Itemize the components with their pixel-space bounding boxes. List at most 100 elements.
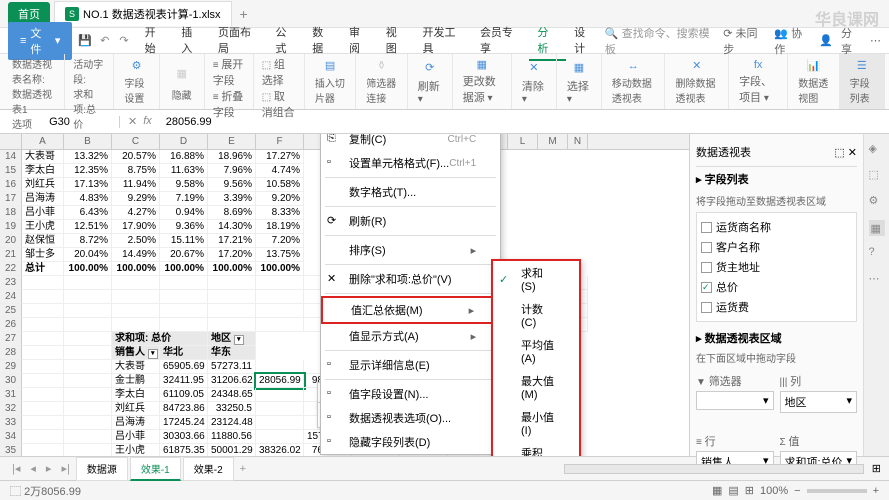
filter-conn-icon[interactable]: ⚱: [370, 58, 394, 73]
avatar-icon[interactable]: 👤: [819, 34, 833, 47]
new-tab-button[interactable]: +: [240, 6, 248, 22]
menu-item[interactable]: 排序(S)▸: [321, 238, 500, 262]
cell[interactable]: 100.00%: [208, 262, 256, 276]
field-item[interactable]: 客户名称: [701, 237, 852, 257]
cell[interactable]: 11.63%: [160, 164, 208, 178]
fields-items-icon[interactable]: fx: [746, 58, 770, 71]
col-header[interactable]: N: [568, 134, 588, 149]
col-area[interactable]: 地区▾: [780, 391, 858, 413]
cell[interactable]: 23124.48: [208, 416, 256, 430]
cell[interactable]: [256, 416, 304, 430]
cell[interactable]: [112, 318, 160, 332]
cell[interactable]: [160, 304, 208, 318]
cell[interactable]: 100.00%: [160, 262, 208, 276]
cell[interactable]: 20.04%: [64, 248, 112, 262]
cell[interactable]: [22, 304, 64, 318]
row-header[interactable]: 14: [0, 150, 22, 164]
cell[interactable]: 吕海涛: [22, 192, 64, 206]
cell[interactable]: 吕小菲: [112, 430, 160, 444]
submenu-item[interactable]: 平均值(A): [493, 333, 579, 369]
cell[interactable]: 20.57%: [112, 150, 160, 164]
col-header[interactable]: B: [64, 134, 112, 149]
field-list-icon[interactable]: ☰: [850, 58, 874, 73]
side-settings-icon[interactable]: ⚙: [869, 194, 885, 210]
cell[interactable]: 刘红兵: [22, 178, 64, 192]
pivot-col-header[interactable]: 华东: [208, 346, 256, 360]
cell[interactable]: 17.20%: [208, 248, 256, 262]
col-header[interactable]: M: [538, 134, 568, 149]
cell[interactable]: 13.32%: [64, 150, 112, 164]
cell[interactable]: 7.19%: [160, 192, 208, 206]
cell[interactable]: 24348.65: [208, 388, 256, 402]
field-item[interactable]: 运货商名称: [701, 217, 852, 237]
cell[interactable]: [160, 276, 208, 290]
cell[interactable]: 8.72%: [64, 234, 112, 248]
cell[interactable]: 30303.66: [160, 430, 208, 444]
cell[interactable]: 50001.29: [208, 444, 256, 456]
cell[interactable]: [112, 304, 160, 318]
dropdown-icon[interactable]: ▾: [148, 349, 158, 359]
cell[interactable]: 57273.11: [208, 360, 256, 374]
row-header[interactable]: 23: [0, 276, 22, 290]
row-header[interactable]: 22: [0, 262, 22, 276]
pivot-chart-icon[interactable]: 📊: [801, 58, 825, 73]
cell[interactable]: [22, 318, 64, 332]
cell[interactable]: 9.56%: [208, 178, 256, 192]
menu-item[interactable]: 数字格式(T)...: [321, 180, 500, 204]
cell[interactable]: 8.33%: [256, 206, 304, 220]
cell[interactable]: [256, 290, 304, 304]
cell[interactable]: [256, 388, 304, 402]
cell[interactable]: [112, 276, 160, 290]
refresh-icon[interactable]: ⟳: [418, 58, 442, 76]
fx-icon[interactable]: fx: [143, 115, 152, 128]
sync-status[interactable]: ⟳ 未同步: [723, 25, 766, 57]
col-header[interactable]: F: [256, 134, 304, 149]
cell[interactable]: 20.67%: [160, 248, 208, 262]
cell[interactable]: [208, 318, 256, 332]
cell[interactable]: 李太白: [112, 388, 160, 402]
collab-button[interactable]: 👥 协作: [774, 25, 811, 57]
pivot-sum-label[interactable]: 求和项: 总价: [112, 332, 208, 346]
cell[interactable]: 100.00%: [112, 262, 160, 276]
zoom-value[interactable]: 100%: [760, 485, 788, 497]
cell[interactable]: 4.83%: [64, 192, 112, 206]
cell[interactable]: 6.43%: [64, 206, 112, 220]
cancel-formula-icon[interactable]: ✕: [128, 115, 137, 128]
cell[interactable]: [64, 304, 112, 318]
view-layout-icon[interactable]: ▤: [728, 484, 738, 497]
zoom-out[interactable]: −: [794, 485, 800, 497]
cell[interactable]: 9.36%: [160, 220, 208, 234]
pivot-region-label[interactable]: 地区 ▾: [208, 332, 256, 346]
cell[interactable]: 17.90%: [112, 220, 160, 234]
view-normal-icon[interactable]: ▦: [712, 484, 722, 497]
menu-item[interactable]: ▫值字段设置(N)...: [321, 382, 500, 406]
row-header[interactable]: 24: [0, 290, 22, 304]
side-diamond-icon[interactable]: ◈: [869, 142, 885, 158]
col-header[interactable]: E: [208, 134, 256, 149]
add-sheet-button[interactable]: +: [236, 463, 250, 475]
cell[interactable]: 7.20%: [256, 234, 304, 248]
menu-item[interactable]: ▫显示详细信息(E): [321, 353, 500, 377]
cell[interactable]: [208, 304, 256, 318]
row-header[interactable]: 15: [0, 164, 22, 178]
sheet-tab[interactable]: 效果-1: [130, 457, 181, 481]
sheet-nav-prev[interactable]: ◂: [26, 462, 40, 475]
cell[interactable]: 11880.56: [208, 430, 256, 444]
cell[interactable]: 3.39%: [208, 192, 256, 206]
menu-item[interactable]: ✕删除"求和项:总价"(V): [321, 267, 500, 291]
cell[interactable]: 金士鹏: [112, 374, 160, 388]
cell[interactable]: 8.75%: [112, 164, 160, 178]
cell[interactable]: 13.75%: [256, 248, 304, 262]
cell[interactable]: 17245.24: [160, 416, 208, 430]
cell[interactable]: [208, 290, 256, 304]
sheet-area[interactable]: ABCDEFGHIJKLMN14大表哥13.32%20.57%16.88%18.…: [0, 134, 689, 456]
side-more-icon[interactable]: ⋯: [869, 272, 885, 288]
zoom-slider[interactable]: [807, 489, 867, 493]
row-header[interactable]: 21: [0, 248, 22, 262]
search-box[interactable]: 🔍 查找命令、搜索模板: [605, 25, 715, 57]
cell[interactable]: [112, 290, 160, 304]
cell[interactable]: [64, 290, 112, 304]
cell[interactable]: [64, 276, 112, 290]
cell[interactable]: 14.49%: [112, 248, 160, 262]
cell[interactable]: 10.58%: [256, 178, 304, 192]
